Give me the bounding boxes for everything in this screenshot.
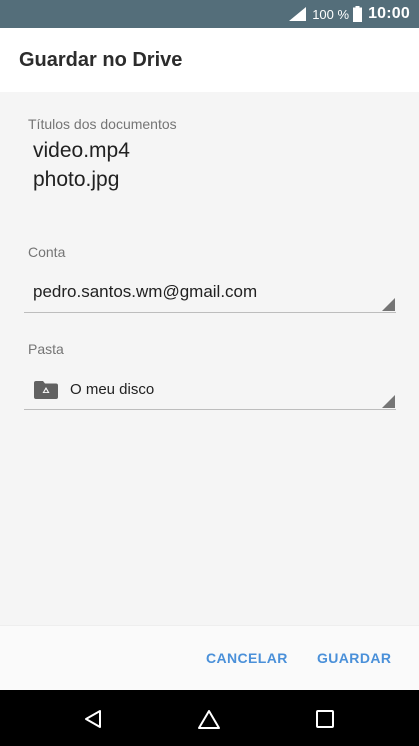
signal-icon [289, 7, 307, 21]
navigation-bar [0, 690, 419, 746]
dropdown-caret-icon [382, 395, 395, 408]
clock: 10:00 [368, 5, 410, 22]
cancel-button[interactable]: CANCELAR [206, 650, 288, 666]
account-dropdown[interactable]: pedro.santos.wm@gmail.com [24, 274, 396, 313]
battery-percent: 100 % [312, 6, 350, 22]
back-icon[interactable] [80, 706, 106, 732]
status-bar: 100 % 10:00 [0, 0, 419, 28]
folder-label: Pasta [28, 341, 64, 357]
home-icon[interactable] [196, 706, 222, 732]
save-button[interactable]: GUARDAR [317, 650, 391, 666]
folder-value: O meu disco [70, 381, 155, 398]
recents-icon[interactable] [312, 706, 338, 732]
battery-icon [353, 6, 363, 22]
document-title: video.mp4 [33, 139, 130, 162]
document-title: photo.jpg [33, 168, 120, 191]
dialog-content: Títulos dos documentos video.mp4 photo.j… [0, 92, 419, 625]
dialog-footer: CANCELAR GUARDAR [0, 625, 419, 690]
dropdown-caret-icon [382, 298, 395, 311]
drive-folder-icon [34, 380, 58, 404]
account-value: pedro.santos.wm@gmail.com [33, 282, 258, 301]
folder-dropdown[interactable]: O meu disco [24, 371, 396, 410]
account-label: Conta [28, 244, 66, 260]
documents-label: Títulos dos documentos [28, 116, 177, 132]
dialog-header: Guardar no Drive [0, 28, 419, 92]
dialog-title: Guardar no Drive [19, 49, 183, 71]
